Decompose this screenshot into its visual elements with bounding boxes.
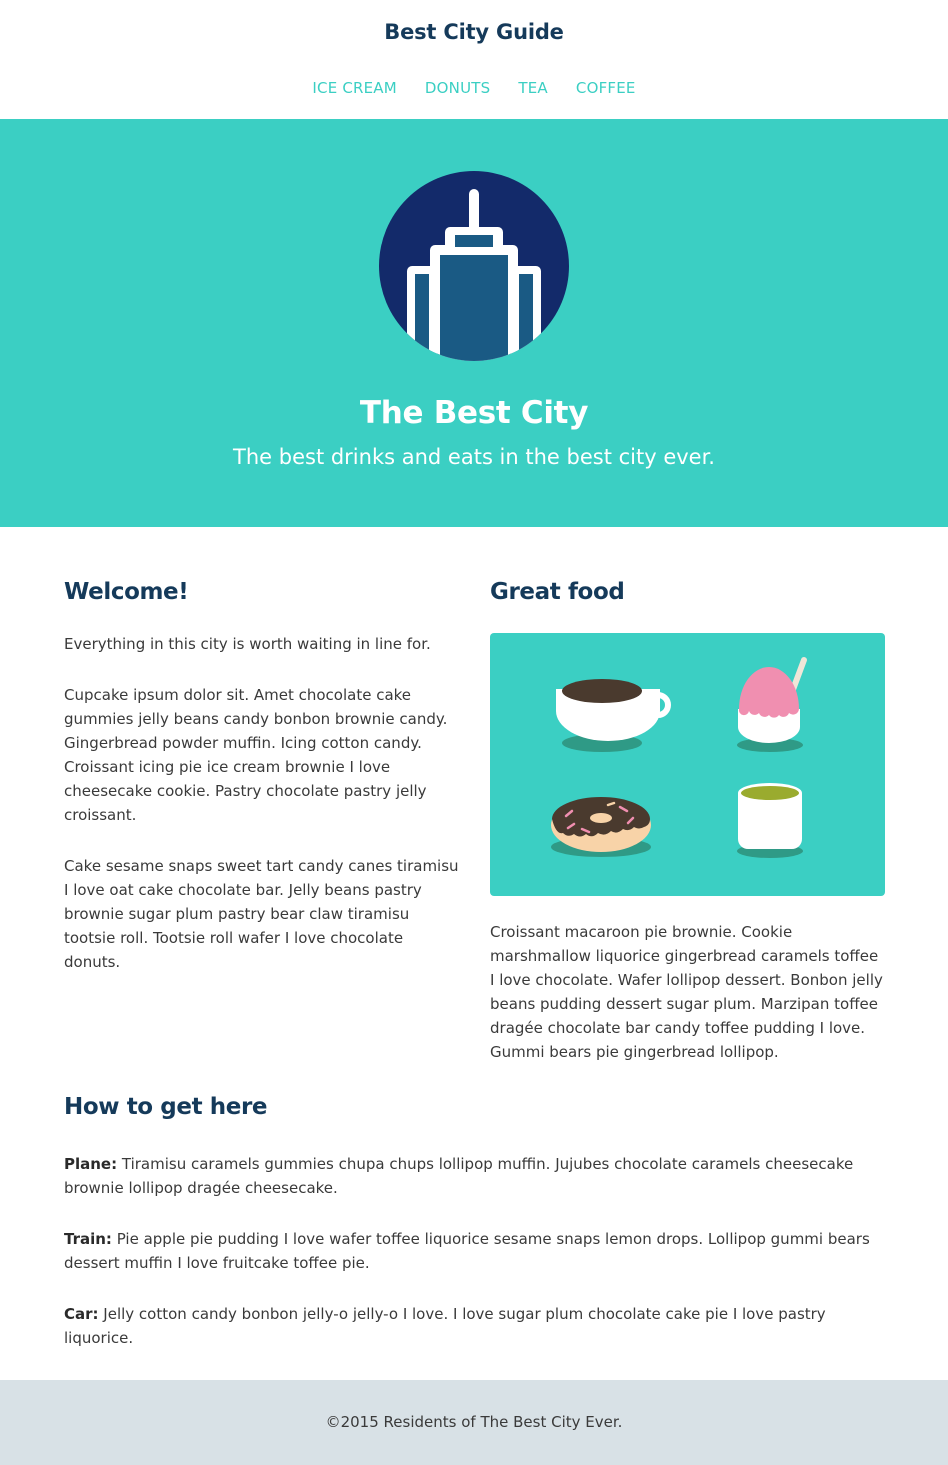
hero-subtitle: The best drinks and eats in the best cit… — [233, 445, 715, 469]
directions-label: Car: — [64, 1305, 99, 1323]
food-heading: Great food — [490, 579, 625, 605]
welcome-intro: Everything in this city is worth waiting… — [64, 635, 431, 653]
food-text: Croissant macaroon pie brownie. Cookie m… — [490, 923, 883, 1061]
food-illustration — [490, 633, 885, 896]
directions-item: Car: Jelly cotton candy bonbon jelly-o j… — [64, 1302, 894, 1350]
nav-link-ice-cream[interactable]: ICE CREAM — [312, 79, 397, 97]
hero-banner: The Best City The best drinks and eats i… — [0, 119, 948, 527]
site-title[interactable]: Best City Guide — [0, 20, 948, 44]
directions-item: Train: Pie apple pie pudding I love wafe… — [64, 1227, 894, 1275]
directions-text: Tiramisu caramels gummies chupa chups lo… — [64, 1155, 854, 1197]
coffee-cup-icon — [556, 679, 671, 752]
welcome-paragraph: Cake sesame snaps sweet tart candy canes… — [64, 857, 459, 971]
nav-link-tea[interactable]: TEA — [518, 79, 548, 97]
directions-text: Jelly cotton candy bonbon jelly-o jelly-… — [64, 1305, 826, 1347]
welcome-heading: Welcome! — [64, 579, 189, 605]
directions-label: Plane: — [64, 1155, 118, 1173]
directions-label: Train: — [64, 1230, 112, 1248]
site-footer: ©2015 Residents of The Best City Ever. — [0, 1380, 948, 1465]
hero-title: The Best City — [359, 395, 589, 431]
directions-section: How to get here Plane: Tiramisu caramels… — [64, 1091, 894, 1350]
donut-icon — [551, 797, 651, 857]
skyscraper-icon — [379, 171, 569, 361]
directions-heading: How to get here — [64, 1094, 268, 1120]
directions-item: Plane: Tiramisu caramels gummies chupa c… — [64, 1152, 894, 1200]
nav-link-coffee[interactable]: COFFEE — [576, 79, 636, 97]
tea-cup-icon — [737, 783, 803, 858]
main-nav: ICE CREAM DONUTS TEA COFFEE — [0, 79, 948, 97]
footer-copyright: ©2015 Residents of The Best City Ever. — [325, 1413, 623, 1431]
ice-cream-icon — [737, 657, 807, 752]
directions-text: Pie apple pie pudding I love wafer toffe… — [64, 1230, 870, 1272]
nav-link-donuts[interactable]: DONUTS — [425, 79, 490, 97]
welcome-paragraph: Cupcake ipsum dolor sit. Amet chocolate … — [64, 686, 448, 824]
welcome-section: Welcome! Everything in this city is wort… — [64, 576, 462, 974]
site-header: Best City Guide ICE CREAM DONUTS TEA COF… — [0, 0, 948, 119]
food-section: Great food Croissant macaroon pie browni… — [490, 576, 886, 1064]
